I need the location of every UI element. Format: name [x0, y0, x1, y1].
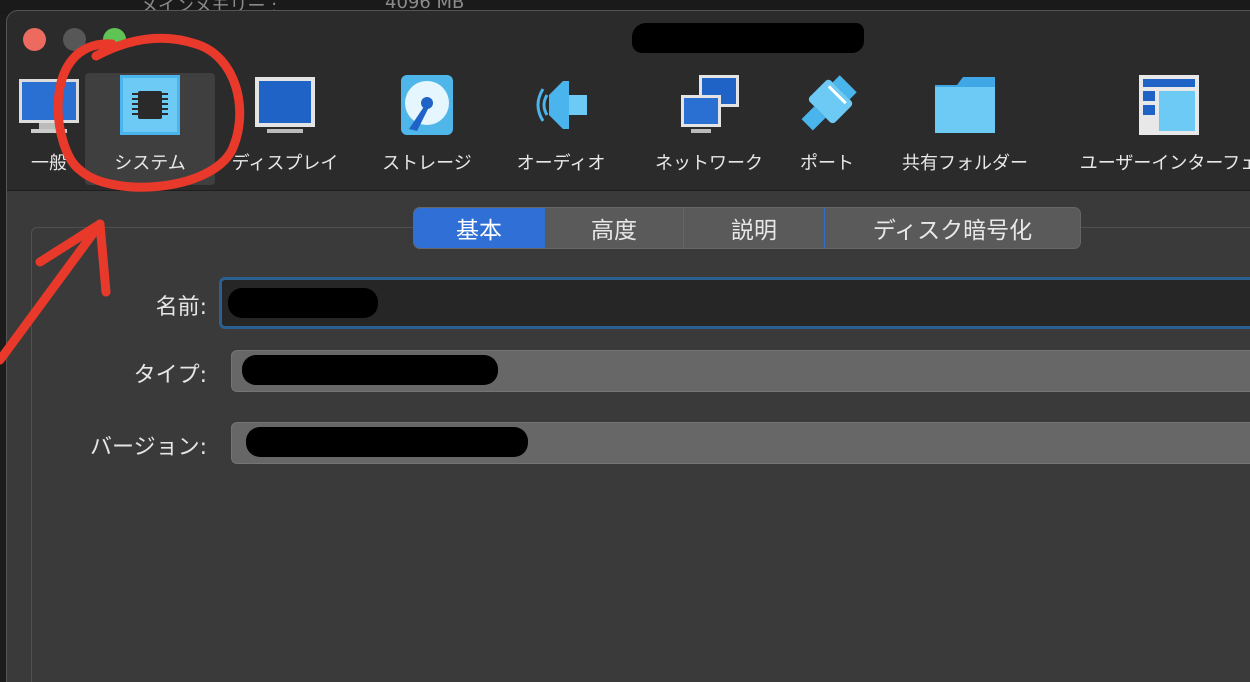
toolbar-label-shared-folders: 共有フォルダー: [902, 153, 1028, 174]
chip-icon: [120, 75, 180, 135]
network-icon: [681, 75, 739, 133]
user-interface-icon: [1139, 75, 1199, 135]
toolbar-label-ports: ポート: [800, 153, 854, 174]
zoom-button[interactable]: [103, 28, 126, 51]
type-value-redacted: [242, 355, 498, 385]
titlebar: 一般 システム ディスプレイ ストレージ オーディオ ネットワーク ポート 共有…: [7, 11, 1250, 191]
toolbar-item-user-interface[interactable]: ユーザーインターフェ: [1069, 73, 1250, 185]
tab-advanced[interactable]: 高度: [545, 208, 684, 248]
name-value-redacted: [228, 288, 378, 318]
port-icon: [801, 75, 857, 131]
toolbar-item-general[interactable]: 一般: [13, 73, 85, 185]
minimize-button[interactable]: [63, 28, 86, 51]
type-select[interactable]: [231, 350, 1250, 392]
toolbar-label-display: ディスプレイ: [231, 153, 339, 174]
type-label: タイプ:: [133, 363, 207, 388]
toolbar-label-storage: ストレージ: [382, 153, 472, 174]
close-button[interactable]: [23, 28, 46, 51]
display-icon: [255, 77, 315, 133]
toolbar-item-network[interactable]: ネットワーク: [643, 73, 775, 185]
toolbar-item-audio[interactable]: オーディオ: [507, 73, 615, 185]
name-label: 名前:: [155, 295, 207, 320]
toolbar-label-audio: オーディオ: [516, 153, 606, 174]
version-value-redacted: [246, 427, 528, 457]
hard-disk-icon: [401, 75, 453, 135]
version-select[interactable]: [231, 422, 1250, 464]
name-field[interactable]: [219, 277, 1250, 329]
toolbar-label-general: 一般: [31, 153, 67, 174]
tab-description[interactable]: 説明: [684, 208, 825, 248]
toolbar-label-user-interface: ユーザーインターフェ: [1079, 153, 1250, 174]
settings-window: 一般 システム ディスプレイ ストレージ オーディオ ネットワーク ポート 共有…: [6, 10, 1250, 682]
toolbar-item-display[interactable]: ディスプレイ: [225, 73, 345, 185]
version-label: バージョン:: [90, 435, 207, 460]
folder-icon: [935, 77, 995, 133]
toolbar-label-system: システム: [114, 153, 186, 174]
toolbar-item-shared-folders[interactable]: 共有フォルダー: [891, 73, 1039, 185]
window-title-redacted: [632, 23, 864, 53]
tab-disk-encryption[interactable]: ディスク暗号化: [825, 208, 1080, 248]
toolbar-item-system[interactable]: システム: [85, 73, 215, 185]
tab-bar: 基本 高度 説明 ディスク暗号化: [413, 207, 1081, 249]
toolbar-label-network: ネットワーク: [655, 153, 763, 174]
toolbar-item-ports[interactable]: ポート: [789, 73, 865, 185]
monitor-icon: [19, 79, 79, 133]
tab-basic[interactable]: 基本: [414, 208, 545, 248]
toolbar-item-storage[interactable]: ストレージ: [373, 73, 481, 185]
speaker-icon: [536, 81, 587, 129]
